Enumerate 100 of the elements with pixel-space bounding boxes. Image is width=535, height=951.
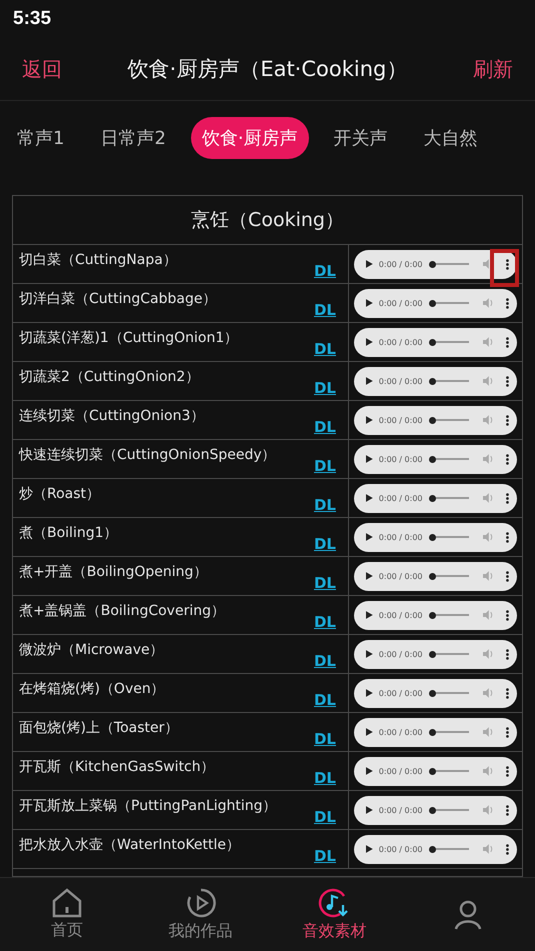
play-icon[interactable]: [366, 728, 373, 736]
play-icon[interactable]: [366, 611, 373, 619]
audio-player[interactable]: 0:00 / 0:00: [354, 366, 517, 396]
download-link[interactable]: DL: [314, 379, 336, 397]
audio-player[interactable]: 0:00 / 0:00: [354, 756, 517, 786]
audio-player[interactable]: 0:00 / 0:00: [354, 678, 517, 708]
progress-slider[interactable]: [430, 806, 470, 814]
download-link[interactable]: DL: [314, 691, 336, 709]
nav-tab[interactable]: 音效素材: [268, 878, 402, 951]
play-icon[interactable]: [366, 299, 373, 307]
slider-thumb[interactable]: [428, 650, 436, 658]
play-icon[interactable]: [366, 377, 373, 385]
download-link[interactable]: DL: [314, 340, 336, 358]
nav-tab[interactable]: 我的作品: [134, 878, 268, 951]
download-link[interactable]: DL: [314, 847, 336, 865]
progress-slider[interactable]: [430, 494, 470, 502]
download-link[interactable]: DL: [314, 613, 336, 631]
slider-thumb[interactable]: [428, 806, 436, 814]
play-icon[interactable]: [366, 767, 373, 775]
more-icon[interactable]: [506, 688, 509, 698]
audio-player[interactable]: 0:00 / 0:00: [354, 250, 517, 278]
progress-slider[interactable]: [430, 650, 470, 658]
more-icon[interactable]: [506, 258, 509, 270]
progress-slider[interactable]: [430, 377, 470, 385]
download-link[interactable]: DL: [314, 535, 336, 553]
audio-player[interactable]: 0:00 / 0:00: [354, 484, 517, 512]
progress-slider[interactable]: [430, 299, 470, 307]
more-icon[interactable]: [506, 766, 509, 776]
category-tab[interactable]: 开关声: [322, 117, 399, 159]
slider-thumb[interactable]: [428, 456, 436, 462]
more-icon[interactable]: [506, 610, 509, 620]
progress-slider[interactable]: [430, 689, 470, 697]
more-icon[interactable]: [506, 454, 509, 464]
download-link[interactable]: DL: [314, 652, 336, 670]
more-icon[interactable]: [506, 844, 509, 854]
refresh-button[interactable]: 刷新: [473, 56, 513, 82]
nav-tab[interactable]: 首页: [0, 878, 134, 951]
more-icon[interactable]: [506, 414, 509, 426]
progress-slider[interactable]: [430, 260, 470, 268]
audio-player[interactable]: 0:00 / 0:00: [354, 444, 517, 474]
slider-thumb[interactable]: [428, 534, 436, 540]
slider-thumb[interactable]: [428, 768, 436, 774]
download-link[interactable]: DL: [314, 496, 336, 514]
play-icon[interactable]: [366, 572, 373, 580]
slider-thumb[interactable]: [428, 300, 436, 306]
category-tab[interactable]: 大自然: [412, 117, 489, 159]
category-tab[interactable]: 饮食·厨房声: [190, 117, 309, 159]
audio-player[interactable]: 0:00 / 0:00: [354, 288, 517, 318]
slider-thumb[interactable]: [428, 416, 436, 424]
audio-player[interactable]: 0:00 / 0:00: [354, 406, 517, 434]
play-icon[interactable]: [366, 650, 373, 658]
progress-slider[interactable]: [430, 455, 470, 463]
slider-thumb[interactable]: [428, 846, 436, 852]
download-link[interactable]: DL: [314, 301, 336, 319]
progress-slider[interactable]: [430, 416, 470, 424]
more-icon[interactable]: [506, 492, 509, 504]
more-icon[interactable]: [506, 298, 509, 308]
more-icon[interactable]: [506, 648, 509, 660]
back-button[interactable]: 返回: [22, 56, 62, 82]
slider-thumb[interactable]: [428, 612, 436, 618]
play-icon[interactable]: [366, 455, 373, 463]
slider-thumb[interactable]: [428, 572, 436, 580]
play-icon[interactable]: [366, 845, 373, 853]
play-icon[interactable]: [366, 689, 373, 697]
audio-player[interactable]: 0:00 / 0:00: [354, 522, 517, 552]
play-icon[interactable]: [366, 260, 373, 268]
progress-slider[interactable]: [430, 611, 470, 619]
download-link[interactable]: DL: [314, 418, 336, 436]
download-link[interactable]: DL: [314, 769, 336, 787]
audio-player[interactable]: 0:00 / 0:00: [354, 640, 517, 668]
slider-thumb[interactable]: [428, 338, 436, 346]
more-icon[interactable]: [506, 336, 509, 348]
audio-player[interactable]: 0:00 / 0:00: [354, 718, 517, 746]
more-icon[interactable]: [506, 376, 509, 386]
download-link[interactable]: DL: [314, 808, 336, 826]
slider-thumb[interactable]: [428, 378, 436, 384]
audio-player[interactable]: 0:00 / 0:00: [354, 796, 517, 824]
slider-thumb[interactable]: [428, 260, 436, 268]
slider-thumb[interactable]: [428, 690, 436, 696]
audio-player[interactable]: 0:00 / 0:00: [354, 562, 517, 590]
slider-thumb[interactable]: [428, 494, 436, 502]
play-icon[interactable]: [366, 338, 373, 346]
category-tab[interactable]: 日常声2: [89, 117, 177, 159]
more-icon[interactable]: [506, 726, 509, 738]
progress-slider[interactable]: [430, 767, 470, 775]
slider-thumb[interactable]: [428, 728, 436, 736]
download-link[interactable]: DL: [314, 574, 336, 592]
more-icon[interactable]: [506, 570, 509, 582]
category-tab[interactable]: 常声1: [6, 117, 76, 159]
more-icon[interactable]: [506, 804, 509, 816]
play-icon[interactable]: [366, 806, 373, 814]
play-icon[interactable]: [366, 533, 373, 541]
progress-slider[interactable]: [430, 572, 470, 580]
progress-slider[interactable]: [430, 533, 470, 541]
progress-slider[interactable]: [430, 845, 470, 853]
audio-player[interactable]: 0:00 / 0:00: [354, 600, 517, 630]
play-icon[interactable]: [366, 416, 373, 424]
download-link[interactable]: DL: [314, 262, 336, 280]
more-icon[interactable]: [506, 532, 509, 542]
audio-player[interactable]: 0:00 / 0:00: [354, 834, 517, 864]
